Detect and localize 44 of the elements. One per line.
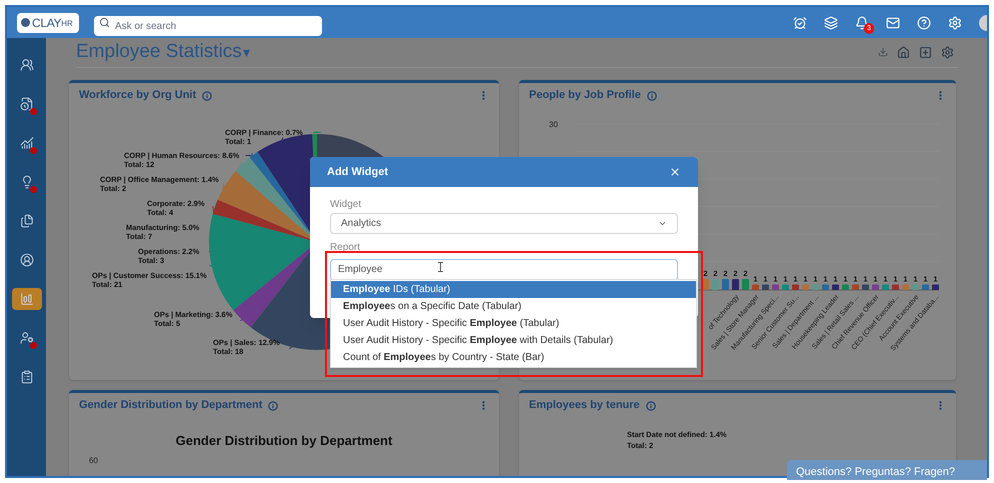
search-field[interactable]: Ask or search xyxy=(94,16,322,36)
text-cursor-icon xyxy=(438,262,443,272)
alarm-clock-icon[interactable] xyxy=(793,16,807,30)
suggestion-item[interactable]: Count of Employees by Country - State (Bar) xyxy=(331,349,696,366)
suggestion-item[interactable]: Employees on a Specific Date (Tabular) xyxy=(331,298,696,315)
people-icon xyxy=(20,58,34,72)
dialog-title: Add Widget xyxy=(327,164,388,180)
home-icon[interactable] xyxy=(897,46,910,59)
widget-select[interactable]: Analytics xyxy=(330,213,678,234)
field-label: Widget xyxy=(330,198,362,212)
search-icon xyxy=(99,16,110,28)
y-tick-label: 30 xyxy=(549,120,558,128)
widget-title: Employees by tenure xyxy=(529,398,640,414)
info-icon[interactable] xyxy=(202,90,212,100)
download-icon[interactable] xyxy=(878,47,888,58)
layers-icon[interactable] xyxy=(824,16,838,30)
close-icon[interactable] xyxy=(669,166,681,178)
clipboard-icon xyxy=(20,370,34,384)
widget-title: People by Job Profile xyxy=(529,88,641,104)
document-clock-icon xyxy=(20,97,34,111)
plus-square-icon[interactable] xyxy=(919,46,932,59)
circle-person-icon xyxy=(20,253,34,267)
widget-title: Workforce by Org Unit xyxy=(79,88,196,104)
y-tick-label: 60 xyxy=(89,455,98,467)
widget-title: Gender Distribution by Department xyxy=(79,398,262,414)
bell-icon[interactable] xyxy=(855,16,869,30)
settings-icon[interactable] xyxy=(941,46,954,59)
chart-title: Gender Distribution by Department xyxy=(176,432,392,450)
suggestion-item[interactable]: User Audit History - Specific Employee with Details (Tabular) xyxy=(331,332,696,349)
chevron-down-icon xyxy=(658,219,667,228)
documents-icon xyxy=(20,214,34,228)
field-label: Report xyxy=(330,241,360,255)
person-gear-icon xyxy=(20,331,34,345)
chart-icon xyxy=(20,136,34,150)
help-icon[interactable] xyxy=(917,16,931,30)
bar-chart-icon xyxy=(20,292,34,306)
info-icon[interactable] xyxy=(268,400,278,410)
logo[interactable]: CLAYHR xyxy=(17,12,79,32)
suggestion-item[interactable]: Employee IDs (Tabular) xyxy=(331,281,696,298)
sidebar-item[interactable] xyxy=(12,288,42,310)
suggestion-item[interactable]: User Audit History - Specific Employee (Tabular) xyxy=(331,315,696,332)
mail-icon[interactable] xyxy=(886,16,900,30)
info-icon[interactable] xyxy=(646,400,656,410)
info-icon[interactable] xyxy=(646,90,657,100)
